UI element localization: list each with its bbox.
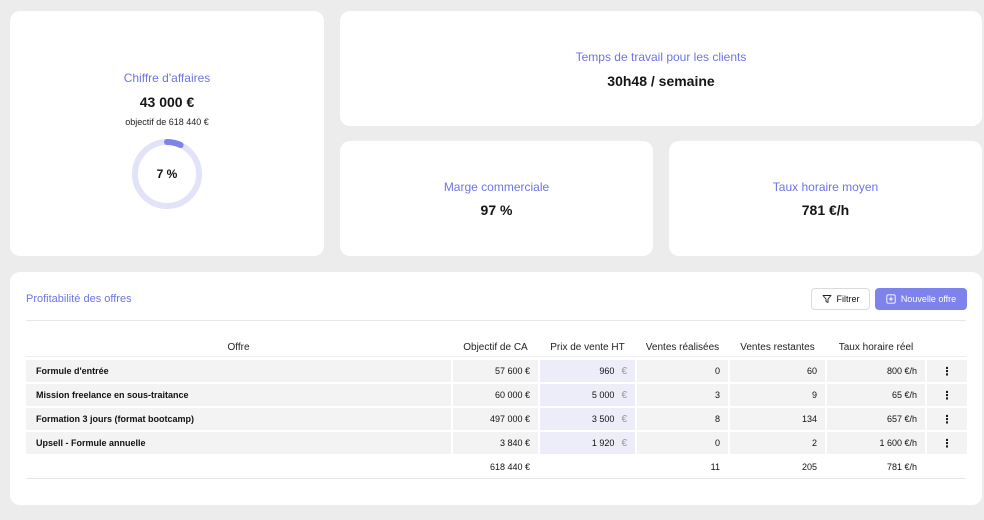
row-menu-icon[interactable]: ⋮ bbox=[927, 384, 967, 406]
offer-name: Mission freelance en sous-traitance bbox=[26, 384, 451, 406]
offers-table-title: Profitabilité des offres bbox=[26, 293, 132, 305]
offer-sales-done: 3 bbox=[637, 384, 728, 406]
divider bbox=[26, 320, 966, 321]
margin-card: Marge commerciale 97 % bbox=[340, 141, 653, 256]
margin-title: Marge commerciale bbox=[443, 180, 550, 194]
new-offer-label: Nouvelle offre bbox=[900, 294, 957, 304]
row-menu-icon[interactable]: ⋮ bbox=[927, 408, 967, 430]
euro-icon: € bbox=[621, 365, 627, 377]
table-header-row: Offre Objectif de CA Prix de vente HT Ve… bbox=[26, 336, 967, 358]
offer-sales-remaining: 2 bbox=[730, 432, 825, 454]
filter-icon bbox=[822, 295, 831, 303]
euro-icon: € bbox=[621, 389, 627, 401]
offer-sales-done: 0 bbox=[637, 360, 728, 382]
hourly-rate-title: Taux horaire moyen bbox=[772, 180, 879, 194]
offer-name: Upsell - Formule annuelle bbox=[26, 432, 451, 454]
revenue-percent: 7 % bbox=[156, 167, 178, 181]
offer-name: Formule d'entrée bbox=[26, 360, 451, 382]
divider bbox=[26, 356, 966, 357]
offer-objectif: 497 000 € bbox=[453, 408, 538, 430]
col-header-restantes[interactable]: Ventes restantes bbox=[730, 336, 825, 358]
margin-value: 97 % bbox=[480, 202, 513, 218]
offer-objectif: 3 840 € bbox=[453, 432, 538, 454]
offer-price-field[interactable]: 1 920 € bbox=[540, 432, 635, 454]
total-sales-done: 11 bbox=[710, 462, 720, 472]
offer-price: 5 000 bbox=[591, 390, 615, 400]
offer-hourly-rate: 65 €/h bbox=[827, 384, 925, 406]
plus-square-icon bbox=[886, 294, 896, 304]
euro-icon: € bbox=[621, 437, 627, 449]
offer-sales-remaining: 9 bbox=[730, 384, 825, 406]
offer-sales-done: 0 bbox=[637, 432, 728, 454]
table-row: Formation 3 jours (format bootcamp) 497 … bbox=[26, 408, 967, 430]
table-row: Upsell - Formule annuelle 3 840 € 1 920 €… bbox=[26, 432, 967, 454]
total-sales-remaining: 205 bbox=[801, 462, 817, 472]
revenue-title: Chiffre d'affaires bbox=[123, 71, 211, 85]
offer-price-field[interactable]: 960 € bbox=[540, 360, 635, 382]
work-time-title: Temps de travail pour les clients bbox=[575, 50, 747, 64]
hourly-rate-card: Taux horaire moyen 781 €/h bbox=[669, 141, 982, 256]
offer-objectif: 60 000 € bbox=[453, 384, 538, 406]
offer-price: 3 500 bbox=[591, 414, 615, 424]
offer-price: 960 bbox=[599, 366, 615, 376]
table-row: Mission freelance en sous-traitance 60 0… bbox=[26, 384, 967, 406]
row-menu-icon[interactable]: ⋮ bbox=[927, 360, 967, 382]
offer-sales-done: 8 bbox=[637, 408, 728, 430]
divider bbox=[26, 478, 966, 479]
work-time-card: Temps de travail pour les clients 30h48 … bbox=[340, 11, 982, 126]
col-header-taux[interactable]: Taux horaire réel bbox=[827, 336, 925, 358]
col-header-objectif[interactable]: Objectif de CA bbox=[453, 336, 538, 358]
total-objectif: 618 440 € bbox=[489, 462, 530, 472]
col-header-ventes[interactable]: Ventes réalisées bbox=[637, 336, 728, 358]
offer-sales-remaining: 134 bbox=[730, 408, 825, 430]
offer-hourly-rate: 1 600 €/h bbox=[827, 432, 925, 454]
col-header-offre[interactable]: Offre bbox=[26, 336, 451, 358]
work-time-value: 30h48 / semaine bbox=[607, 73, 715, 89]
hourly-rate-value: 781 €/h bbox=[801, 202, 850, 218]
offer-name: Formation 3 jours (format bootcamp) bbox=[26, 408, 451, 430]
revenue-card: Chiffre d'affaires 43 000 € objectif de … bbox=[10, 11, 324, 256]
total-hourly-rate: 781 €/h bbox=[886, 462, 917, 472]
offer-hourly-rate: 800 €/h bbox=[827, 360, 925, 382]
revenue-value: 43 000 € bbox=[139, 94, 195, 110]
filter-label: Filtrer bbox=[836, 294, 860, 304]
revenue-goal: objectif de 618 440 € bbox=[125, 117, 209, 127]
offer-price: 1 920 bbox=[591, 438, 615, 448]
filter-button[interactable]: Filtrer bbox=[811, 288, 870, 310]
offer-hourly-rate: 657 €/h bbox=[827, 408, 925, 430]
row-menu-icon[interactable]: ⋮ bbox=[927, 432, 967, 454]
offer-objectif: 57 600 € bbox=[453, 360, 538, 382]
table-row: Formule d'entrée 57 600 € 960 € 0 60 800 … bbox=[26, 360, 967, 382]
offer-price-field[interactable]: 3 500 € bbox=[540, 408, 635, 430]
offer-price-field[interactable]: 5 000 € bbox=[540, 384, 635, 406]
table-totals-row: 618 440 € 11 205 781 €/h bbox=[26, 456, 967, 478]
new-offer-button[interactable]: Nouvelle offre bbox=[875, 288, 967, 310]
offer-sales-remaining: 60 bbox=[730, 360, 825, 382]
col-header-prix[interactable]: Prix de vente HT bbox=[540, 336, 635, 358]
euro-icon: € bbox=[621, 413, 627, 425]
offers-profitability-card: Profitabilité des offres Filtrer Nouvell… bbox=[10, 272, 982, 505]
